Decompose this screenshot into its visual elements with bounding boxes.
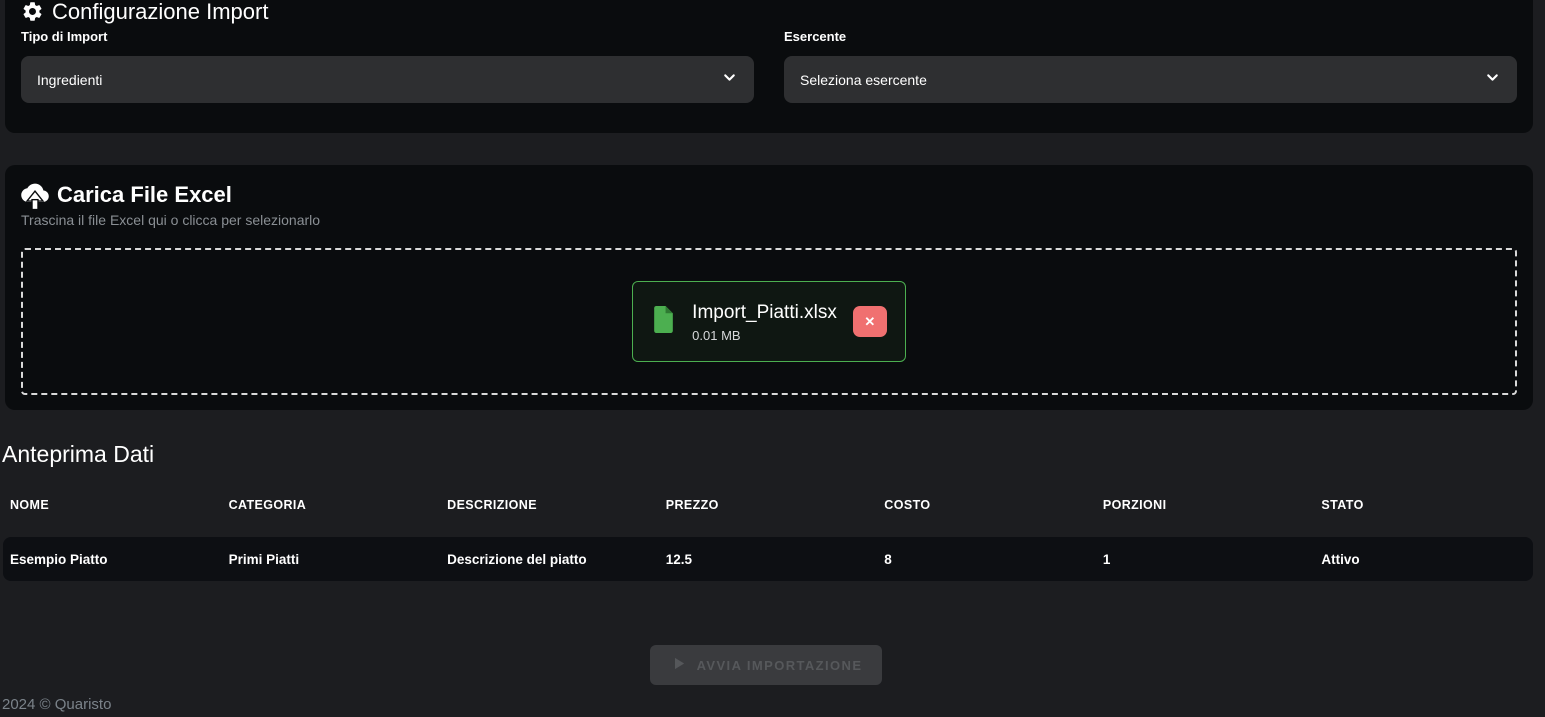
cell-porzioni: 1 [1096,552,1315,567]
file-dropzone[interactable]: Import_Piatti.xlsx 0.01 MB ✕ [21,248,1517,395]
preview-title: Anteprima Dati [2,441,154,468]
start-import-label: AVVIA IMPORTAZIONE [697,658,863,673]
column-header-categoria: CATEGORIA [222,498,441,512]
file-name: Import_Piatti.xlsx [692,301,837,324]
merchant-select[interactable]: Seleziona esercente [784,56,1517,103]
upload-title: Carica File Excel [57,181,232,209]
merchant-field: Esercente Seleziona esercente [784,29,1517,103]
gear-icon [21,0,44,23]
cloud-upload-icon [21,179,49,210]
import-type-field: Tipo di Import Ingredienti [21,29,754,103]
start-import-button[interactable]: AVVIA IMPORTAZIONE [650,645,882,685]
copyright-text: 2024 © Quaristo [2,696,111,713]
upload-title-row: Carica File Excel [21,179,1517,210]
column-header-costo: COSTO [877,498,1096,512]
column-header-descrizione: DESCRIZIONE [440,498,659,512]
cell-categoria: Primi Piatti [222,552,441,567]
config-title-row: Configurazione Import [21,0,1517,25]
cell-nome: Esempio Piatto [3,552,222,567]
file-size: 0.01 MB [692,328,837,343]
preview-table-header: NOME CATEGORIA DESCRIZIONE PREZZO COSTO … [3,498,1533,512]
import-page: Configurazione Import Tipo di Import Ing… [0,0,1545,717]
import-type-label: Tipo di Import [21,29,754,44]
cell-prezzo: 12.5 [659,552,878,567]
import-type-value: Ingredienti [37,72,102,88]
chevron-down-icon [721,69,738,91]
uploaded-file-card: Import_Piatti.xlsx 0.01 MB ✕ [632,281,906,362]
merchant-label: Esercente [784,29,1517,44]
column-header-stato: STATO [1314,498,1533,512]
column-header-nome: NOME [3,498,222,512]
table-row: Esempio Piatto Primi Piatti Descrizione … [3,537,1533,581]
remove-file-button[interactable]: ✕ [853,306,887,337]
config-fields: Tipo di Import Ingredienti Esercente Sel… [21,29,1517,103]
config-card: Configurazione Import Tipo di Import Ing… [5,0,1533,133]
upload-card: Carica File Excel Trascina il file Excel… [5,165,1533,410]
close-icon: ✕ [864,314,875,330]
import-type-select[interactable]: Ingredienti [21,56,754,103]
config-title: Configurazione Import [52,0,268,25]
column-header-prezzo: PREZZO [659,498,878,512]
file-icon [651,305,676,339]
chevron-down-icon [1484,69,1501,91]
cell-descrizione: Descrizione del piatto [440,552,659,567]
column-header-porzioni: PORZIONI [1096,498,1315,512]
play-icon [670,655,687,675]
upload-subtitle: Trascina il file Excel qui o clicca per … [21,212,1517,229]
cell-stato: Attivo [1314,552,1533,567]
merchant-value: Seleziona esercente [800,72,927,88]
cell-costo: 8 [877,552,1096,567]
file-meta: Import_Piatti.xlsx 0.01 MB [692,301,837,343]
